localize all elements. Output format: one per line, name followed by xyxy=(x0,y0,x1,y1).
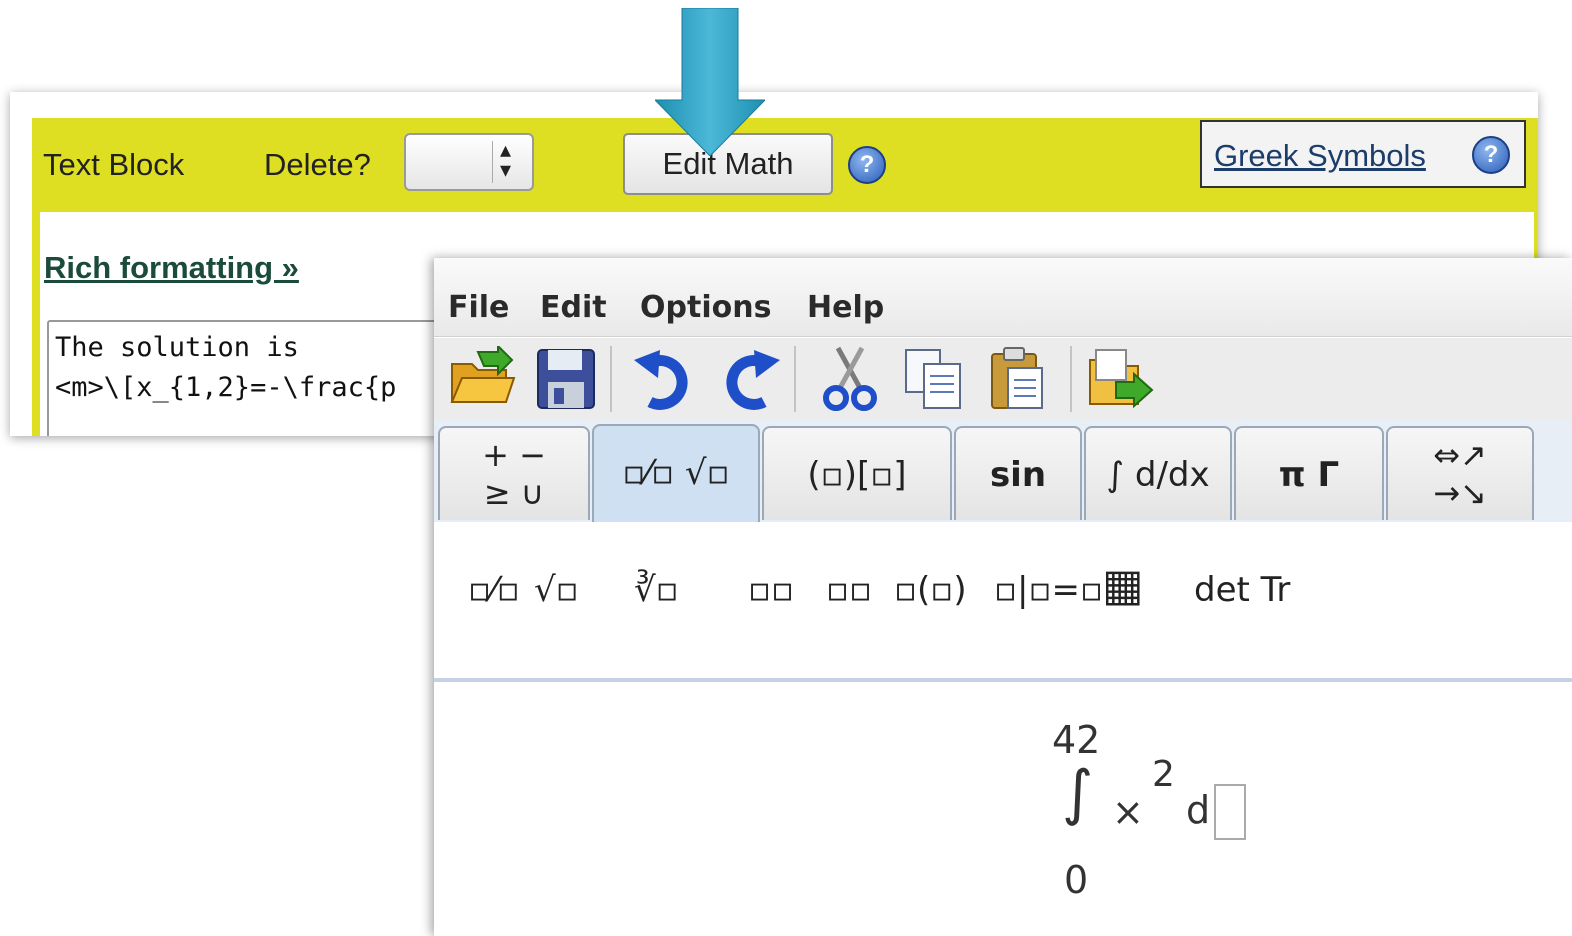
tab-operators[interactable]: + − ≥ ∪ xyxy=(438,426,590,520)
math-editor-window: File Edit Options Help + − ≥ ∪ ▫⁄▫ √▫ (▫… xyxy=(434,258,1572,936)
brackets-tab-glyph: (▫)[▫] xyxy=(807,455,907,495)
tab-calculus[interactable]: ∫ d/dx xyxy=(1084,426,1232,520)
menubar: File Edit Options Help xyxy=(434,258,1572,337)
greek-symbols-link[interactable]: Greek Symbols xyxy=(1214,138,1426,174)
operators-tab-glyph: + − ≥ ∪ xyxy=(482,436,546,512)
multiplication-sign: × xyxy=(1112,790,1144,834)
cut-icon[interactable] xyxy=(816,346,884,412)
editor-toolbar xyxy=(434,338,1572,421)
greek-symbols-box: Greek Symbols ? xyxy=(1200,120,1526,188)
fractions-roots-tab-glyph: ▫⁄▫ √▫ xyxy=(622,453,730,493)
down-arrow-icon xyxy=(655,8,765,156)
tab-brackets[interactable]: (▫)[▫] xyxy=(762,426,952,520)
functions-tab-glyph: sin xyxy=(989,455,1047,495)
toolbar-separator xyxy=(610,346,612,412)
exponent[interactable]: 2 xyxy=(1152,754,1175,795)
block-type-label: Text Block xyxy=(43,147,185,182)
redo-icon[interactable] xyxy=(716,346,784,412)
toolbar-separator xyxy=(1070,346,1072,412)
select-divider xyxy=(492,141,493,183)
sqrt-template[interactable]: √▫ xyxy=(534,570,579,610)
tab-functions[interactable]: sin xyxy=(954,426,1082,520)
select-arrows-icon: ▴ ▾ xyxy=(500,138,512,183)
determinant-trace-template[interactable]: det Tr xyxy=(1194,570,1290,610)
matrix-template[interactable]: ▦ xyxy=(1102,560,1144,611)
menu-edit[interactable]: Edit xyxy=(540,290,607,325)
rich-formatting-link[interactable]: Rich formatting » xyxy=(44,250,299,286)
nth-root-template[interactable]: ∛▫ xyxy=(634,570,679,610)
menu-options[interactable]: Options xyxy=(640,290,771,325)
greek-tab-glyph: π Γ xyxy=(1278,455,1340,495)
arrows-tab-glyph: ⇔↗ →↘ xyxy=(1433,436,1487,512)
source-textarea[interactable]: The solution is <m>\[x_{1,2}=-\frac{p xyxy=(47,320,467,436)
undo-icon[interactable] xyxy=(630,346,698,412)
delete-label: Delete? xyxy=(264,147,371,182)
menu-file[interactable]: File xyxy=(448,290,509,325)
superscript-template[interactable]: ▫▫ xyxy=(748,570,794,610)
empty-slot-placeholder[interactable] xyxy=(1214,784,1246,840)
integral-lower-limit[interactable]: 0 xyxy=(1064,858,1088,902)
calculus-tab-glyph: ∫ d/dx xyxy=(1106,455,1210,495)
delete-select[interactable]: ▴ ▾ xyxy=(404,133,534,191)
paste-icon[interactable] xyxy=(986,346,1054,412)
export-icon[interactable] xyxy=(1086,346,1154,412)
menu-help[interactable]: Help xyxy=(807,290,884,325)
integral-upper-limit[interactable]: 42 xyxy=(1052,718,1100,762)
copy-icon[interactable] xyxy=(900,346,968,412)
tab-arrows[interactable]: ⇔↗ →↘ xyxy=(1386,426,1534,520)
differential-d: d xyxy=(1186,788,1211,832)
integral-sign: ∫ xyxy=(1062,758,1094,828)
fraction-template[interactable]: ▫⁄▫ xyxy=(468,570,520,610)
help-icon[interactable]: ? xyxy=(1472,136,1510,174)
subscript-template[interactable]: ▫▫ xyxy=(826,570,872,610)
toolbar-separator xyxy=(794,346,796,412)
save-icon[interactable] xyxy=(532,346,600,412)
tab-fractions-roots[interactable]: ▫⁄▫ √▫ xyxy=(592,424,760,522)
equation-canvas[interactable]: 42 ∫ × 2 d 0 xyxy=(434,682,1572,936)
tab-greek[interactable]: π Γ xyxy=(1234,426,1384,520)
help-icon[interactable]: ? xyxy=(848,146,886,184)
template-palette: ▫⁄▫ √▫ ∛▫ ▫▫ ▫▫ ▫(▫) ▫|▫=▫ ▦ det Tr xyxy=(434,522,1572,682)
function-template[interactable]: ▫(▫) xyxy=(894,570,967,610)
evaluate-template[interactable]: ▫|▫=▫ xyxy=(994,570,1103,610)
symbol-tab-bar: + − ≥ ∪ ▫⁄▫ √▫ (▫)[▫] sin ∫ d/dx π Γ ⇔↗ … xyxy=(434,420,1572,525)
open-folder-icon[interactable] xyxy=(448,346,516,412)
